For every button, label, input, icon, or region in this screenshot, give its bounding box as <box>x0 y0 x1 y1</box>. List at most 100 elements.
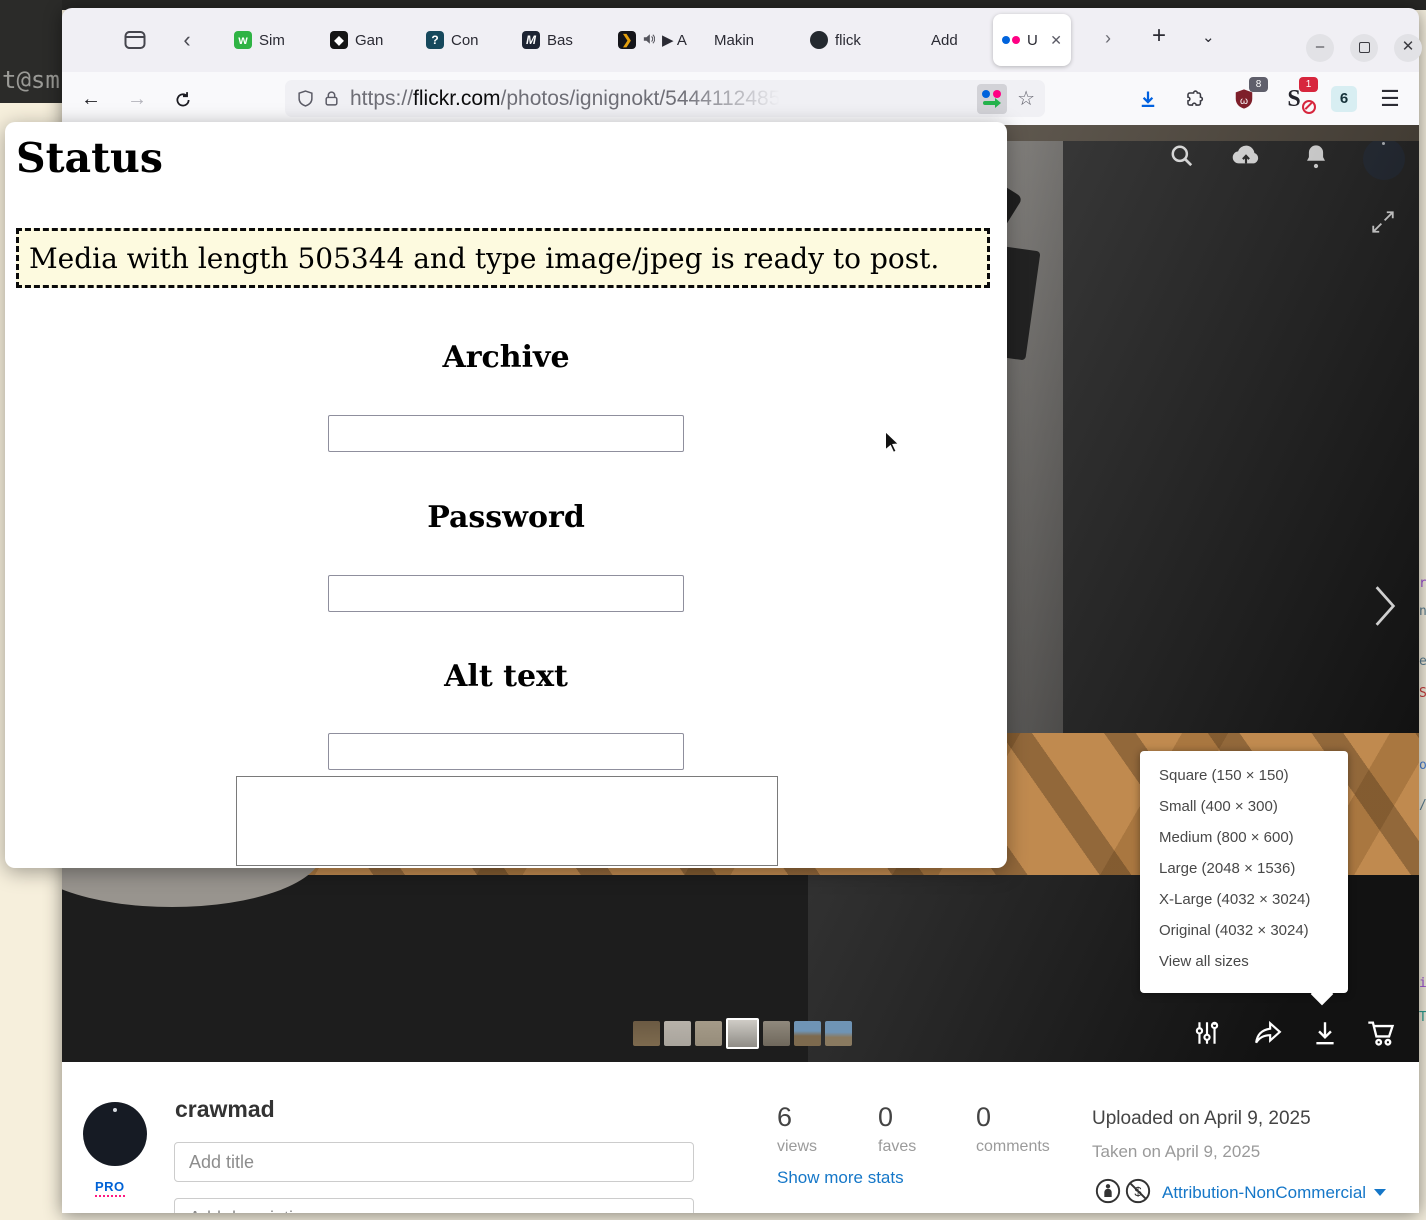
browser-tab[interactable]: Add ✕ <box>897 14 993 66</box>
show-more-stats-link[interactable]: Show more stats <box>777 1168 904 1188</box>
browser-tab[interactable]: U ✕ <box>993 14 1071 66</box>
page-action-extension-icon[interactable] <box>977 83 1008 114</box>
window-close-button[interactable]: ✕ <box>1394 34 1422 62</box>
browser-tab[interactable]: w Sim ✕ <box>225 14 321 66</box>
downloads-button[interactable] <box>1132 84 1164 114</box>
browser-tab[interactable]: ❯ ▶ A ✕ <box>609 14 705 66</box>
window-minimize-button[interactable]: – <box>1306 34 1334 62</box>
photo-thumbnail[interactable] <box>794 1021 821 1046</box>
shield-extension-icon[interactable]: ω 8 <box>1228 77 1268 114</box>
photo-title-input[interactable] <box>174 1142 694 1182</box>
cc-license-icons[interactable]: $ <box>1095 1178 1151 1204</box>
archive-input[interactable] <box>328 415 684 452</box>
tab-title: ▶ A <box>662 32 687 49</box>
tab-overflow-chevron-icon[interactable]: › <box>1105 28 1111 49</box>
faves-count: 0 <box>878 1102 894 1132</box>
password-field-label: Password <box>427 500 585 535</box>
tab-favicon: ❯ <box>618 31 636 49</box>
editor-text-fragment: r <box>1419 576 1426 591</box>
navigation-toolbar: ← → https://flickr.com/photos/ignignokt/… <box>62 72 1419 125</box>
size-menu-item[interactable]: View all sizes <box>1140 946 1348 977</box>
tab-favicon: w <box>234 31 252 49</box>
terminal-titlebar: t@sm <box>0 0 62 103</box>
license-link[interactable]: Attribution-NonCommercial <box>1162 1183 1366 1203</box>
password-input[interactable] <box>328 575 684 612</box>
window-maximize-button[interactable] <box>1350 34 1378 62</box>
editor-text-fragment: e <box>1419 654 1426 669</box>
tab-title: Add <box>931 31 958 49</box>
bookmark-star-icon[interactable]: ☆ <box>1017 86 1035 111</box>
alt-text-field-label: Alt text <box>444 659 568 694</box>
extensions-puzzle-icon[interactable] <box>1178 84 1210 114</box>
photo-thumbnail[interactable] <box>763 1021 790 1046</box>
s-extension-icon[interactable]: S 1 <box>1278 77 1318 114</box>
editor-text-fragment: i <box>1419 976 1426 991</box>
new-tab-button[interactable]: + <box>1152 22 1166 50</box>
views-label: views <box>777 1138 818 1155</box>
license-dropdown-caret[interactable] <box>1374 1189 1386 1196</box>
terminal-title-text: t@sm <box>2 66 60 94</box>
edit-sliders-icon[interactable] <box>1193 1019 1223 1049</box>
size-menu-item[interactable]: Large (2048 × 1536) <box>1140 853 1348 884</box>
back-button[interactable]: ← <box>76 84 106 114</box>
editor-window-left-sliver: loadHubtheYoupubl# AlOnce <box>0 820 62 1220</box>
browser-tab[interactable]: ◆ Gan ✕ <box>321 14 417 66</box>
tab-favicon: M <box>522 31 540 49</box>
size-menu-item[interactable]: Small (400 × 300) <box>1140 791 1348 822</box>
desktop-bottom-sliver <box>62 1213 1426 1220</box>
browser-tab[interactable]: M Bas ✕ <box>513 14 609 66</box>
size-menu-item[interactable]: Square (150 × 150) <box>1140 760 1348 791</box>
shield-permissions-icon[interactable] <box>297 90 314 107</box>
browser-tab[interactable]: flick ✕ <box>801 14 897 66</box>
owner-username[interactable]: crawmad <box>175 1096 275 1123</box>
size-menu-item[interactable]: X-Large (4032 × 3024) <box>1140 884 1348 915</box>
photo-info-panel: PRO crawmad 6 views 0 faves 0 comments S… <box>62 1062 1419 1213</box>
mouse-cursor <box>883 429 901 459</box>
archive-field-label: Archive <box>442 340 570 375</box>
tab-title: Bas <box>547 31 573 49</box>
status-message: Media with length 505344 and type image/… <box>16 228 990 288</box>
next-photo-chevron[interactable] <box>1372 583 1398 634</box>
photo-thumbnail[interactable] <box>825 1021 852 1046</box>
tab-audio-icon[interactable] <box>643 32 656 49</box>
tab-close-icon[interactable]: ✕ <box>1050 32 1062 49</box>
tab-counter-icon[interactable]: 6 <box>1328 84 1360 114</box>
download-size-menu: Square (150 × 150) Small (400 × 300) Mediu… <box>1140 751 1348 993</box>
photo-thumbnail[interactable] <box>664 1021 691 1046</box>
browser-tab[interactable]: Makin ✕ <box>705 14 801 66</box>
photo-thumbnail[interactable] <box>726 1018 759 1049</box>
reload-button[interactable] <box>168 84 198 114</box>
menu-hamburger-icon[interactable]: ☰ <box>1374 84 1406 114</box>
tab-scroll-left-icon[interactable]: ‹ <box>174 25 200 55</box>
size-menu-item[interactable]: Medium (800 × 600) <box>1140 822 1348 853</box>
download-icon[interactable] <box>1311 1019 1341 1049</box>
forward-button[interactable]: → <box>122 84 152 114</box>
lock-icon[interactable] <box>323 90 340 107</box>
comments-label: comments <box>976 1138 1050 1155</box>
alt-text-input[interactable] <box>328 733 684 770</box>
photo-thumbnail[interactable] <box>633 1021 660 1046</box>
photo-thumbnail[interactable] <box>695 1021 722 1046</box>
size-menu-item[interactable]: Original (4032 × 3024) <box>1140 915 1348 946</box>
tab-list-dropdown-icon[interactable]: ⌄ <box>1202 28 1215 46</box>
tab-favicon: ? <box>426 31 444 49</box>
editor-text-fragment: / <box>1419 798 1426 813</box>
share-icon[interactable] <box>1253 1019 1283 1049</box>
tab-title: Makin <box>714 31 755 49</box>
tab-title: flick <box>835 31 861 49</box>
taken-date: Taken on April 9, 2025 <box>1092 1142 1261 1161</box>
shield-extension-badge: 8 <box>1249 77 1268 92</box>
description-textarea[interactable] <box>236 776 778 866</box>
pro-badge[interactable]: PRO <box>95 1179 125 1197</box>
editor-text-fragment: S <box>1419 686 1426 701</box>
tab-title: U <box>1027 31 1038 49</box>
browser-tab[interactable]: ? Con ✕ <box>417 14 513 66</box>
owner-avatar[interactable] <box>83 1102 147 1166</box>
dialog-title: Status <box>16 134 163 182</box>
uploaded-date: Uploaded on April 9, 2025 <box>1092 1108 1311 1129</box>
cart-icon[interactable] <box>1366 1019 1396 1049</box>
url-bar[interactable]: https://flickr.com/photos/ignignokt/5444… <box>285 80 1045 117</box>
photo-description-input[interactable] <box>174 1198 694 1213</box>
shield-ext-glyph: ω <box>1240 96 1248 107</box>
firefox-view-icon[interactable] <box>120 25 150 55</box>
